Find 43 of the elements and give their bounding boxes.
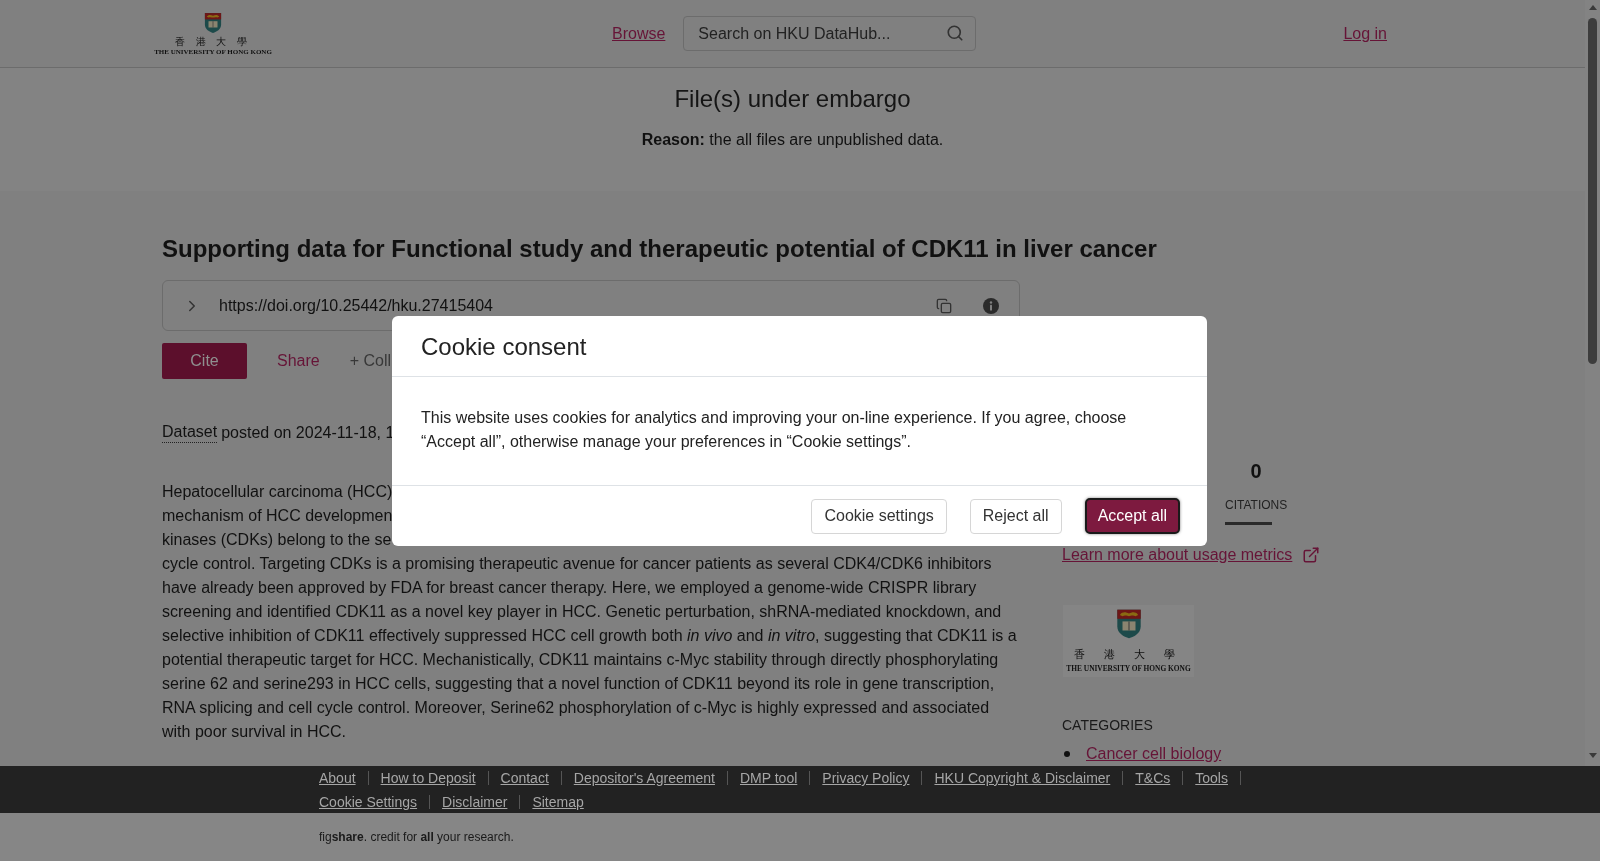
accept-button[interactable]: Accept all [1084, 498, 1180, 534]
item-type-label: Dataset [162, 423, 218, 443]
crest-icon [1115, 608, 1142, 640]
embargo-reason: Reason: the all files are unpublished data. [641, 130, 944, 150]
scroll-up-arrow-icon[interactable] [1588, 5, 1597, 10]
dialog-message: This website uses cookies for analytics and improving your on-line experience. If you agree, choose “Accept all”, otherwise manage your preferences in “Cookie settings”. [421, 408, 1128, 452]
external-link-icon[interactable] [1302, 546, 1321, 564]
bullet-icon [1064, 751, 1070, 757]
doi-link[interactable]: https://doi.org/10.25442/hku.27415404 [219, 293, 936, 318]
categories-heading: CATEGORIES [1062, 717, 1153, 733]
search-field[interactable]: Search on HKU DataHub... [683, 16, 977, 51]
crest-icon [204, 11, 222, 35]
logo-chinese-text: 香 港 大 學 [1073, 648, 1184, 661]
description-text: cycle control. Targeting CDKs is a promising therapeutic avenue for cancer patients as several CDK4/CDK6 inhibitors have already been approved by FDA for breast cancer therapy. Here, we employed a genome-wide CRISPR library screening and identified CDK11 as a novel key player in HCC. Genetic perturbation, shRNA-mediated knockdown, and selective inhibition of CDK11 effectively suppressed HCC cell growth both in vivo and in vitro, suggesting that CDK11 is a potential therapeutic target for HCC. Mechanistically, CDK11 maintains c-Myc stability through directly phosphorylating serine 62 and serine293 in HCC cells, suggesting that a novel function of CDK11 beyond its role in gene transcription, RNA splicing and cell cycle control. Moreover, Serine62 phosphorylation of c-Myc is highly expressed and associated with poor survival in HCC. [162, 554, 1018, 742]
footer-link[interactable]: Tools [1183, 769, 1240, 787]
dialog-button[interactable]: Cookie settings [811, 498, 947, 534]
item-title: Supporting data for Functional study and therapeutic potential of CDK11 in liver cancer [162, 234, 1158, 264]
logo-chinese-text: 香 港 大 學 [174, 36, 252, 47]
metric-tab[interactable]: 0 CITATIONS [1225, 459, 1288, 525]
description-fragment: kinases (CDKs) belong to the se [162, 530, 392, 550]
footer-link[interactable]: Disclaimer [430, 793, 520, 811]
footer-link[interactable]: HKU Copyright & Disclaimer [922, 769, 1123, 787]
footer-link[interactable]: Cookie Settings [307, 793, 430, 811]
dialog-button[interactable]: Reject all [969, 498, 1062, 534]
search-icon[interactable] [946, 24, 965, 42]
footer-link[interactable]: T&Cs [1123, 769, 1183, 787]
credit-text: figshare. credit for all your research. [319, 829, 514, 845]
footer-link[interactable]: About [307, 769, 368, 787]
cite-button[interactable]: Cite [162, 343, 247, 379]
scrollbar-thumb[interactable] [1588, 18, 1597, 364]
embargo-title: File(s) under embargo [674, 85, 911, 113]
dialog-title: Cookie consent [421, 331, 587, 361]
footer-link[interactable]: How to Deposit [368, 769, 488, 787]
info-icon[interactable] [983, 297, 999, 314]
copy-icon[interactable] [936, 297, 952, 314]
description-fragment: Hepatocellular carcinoma (HCC) [162, 482, 393, 502]
footer-link[interactable]: DMP tool [728, 769, 810, 787]
description-fragment: mechanism of HCC developmen [162, 506, 393, 526]
footer-link[interactable]: Depositor's Agreement [561, 769, 727, 787]
footer-link[interactable]: Contact [488, 769, 561, 787]
footer-link[interactable]: Sitemap [520, 793, 596, 811]
footer-link[interactable]: Privacy Policy [810, 769, 922, 787]
scroll-down-arrow-icon[interactable] [1588, 753, 1597, 758]
